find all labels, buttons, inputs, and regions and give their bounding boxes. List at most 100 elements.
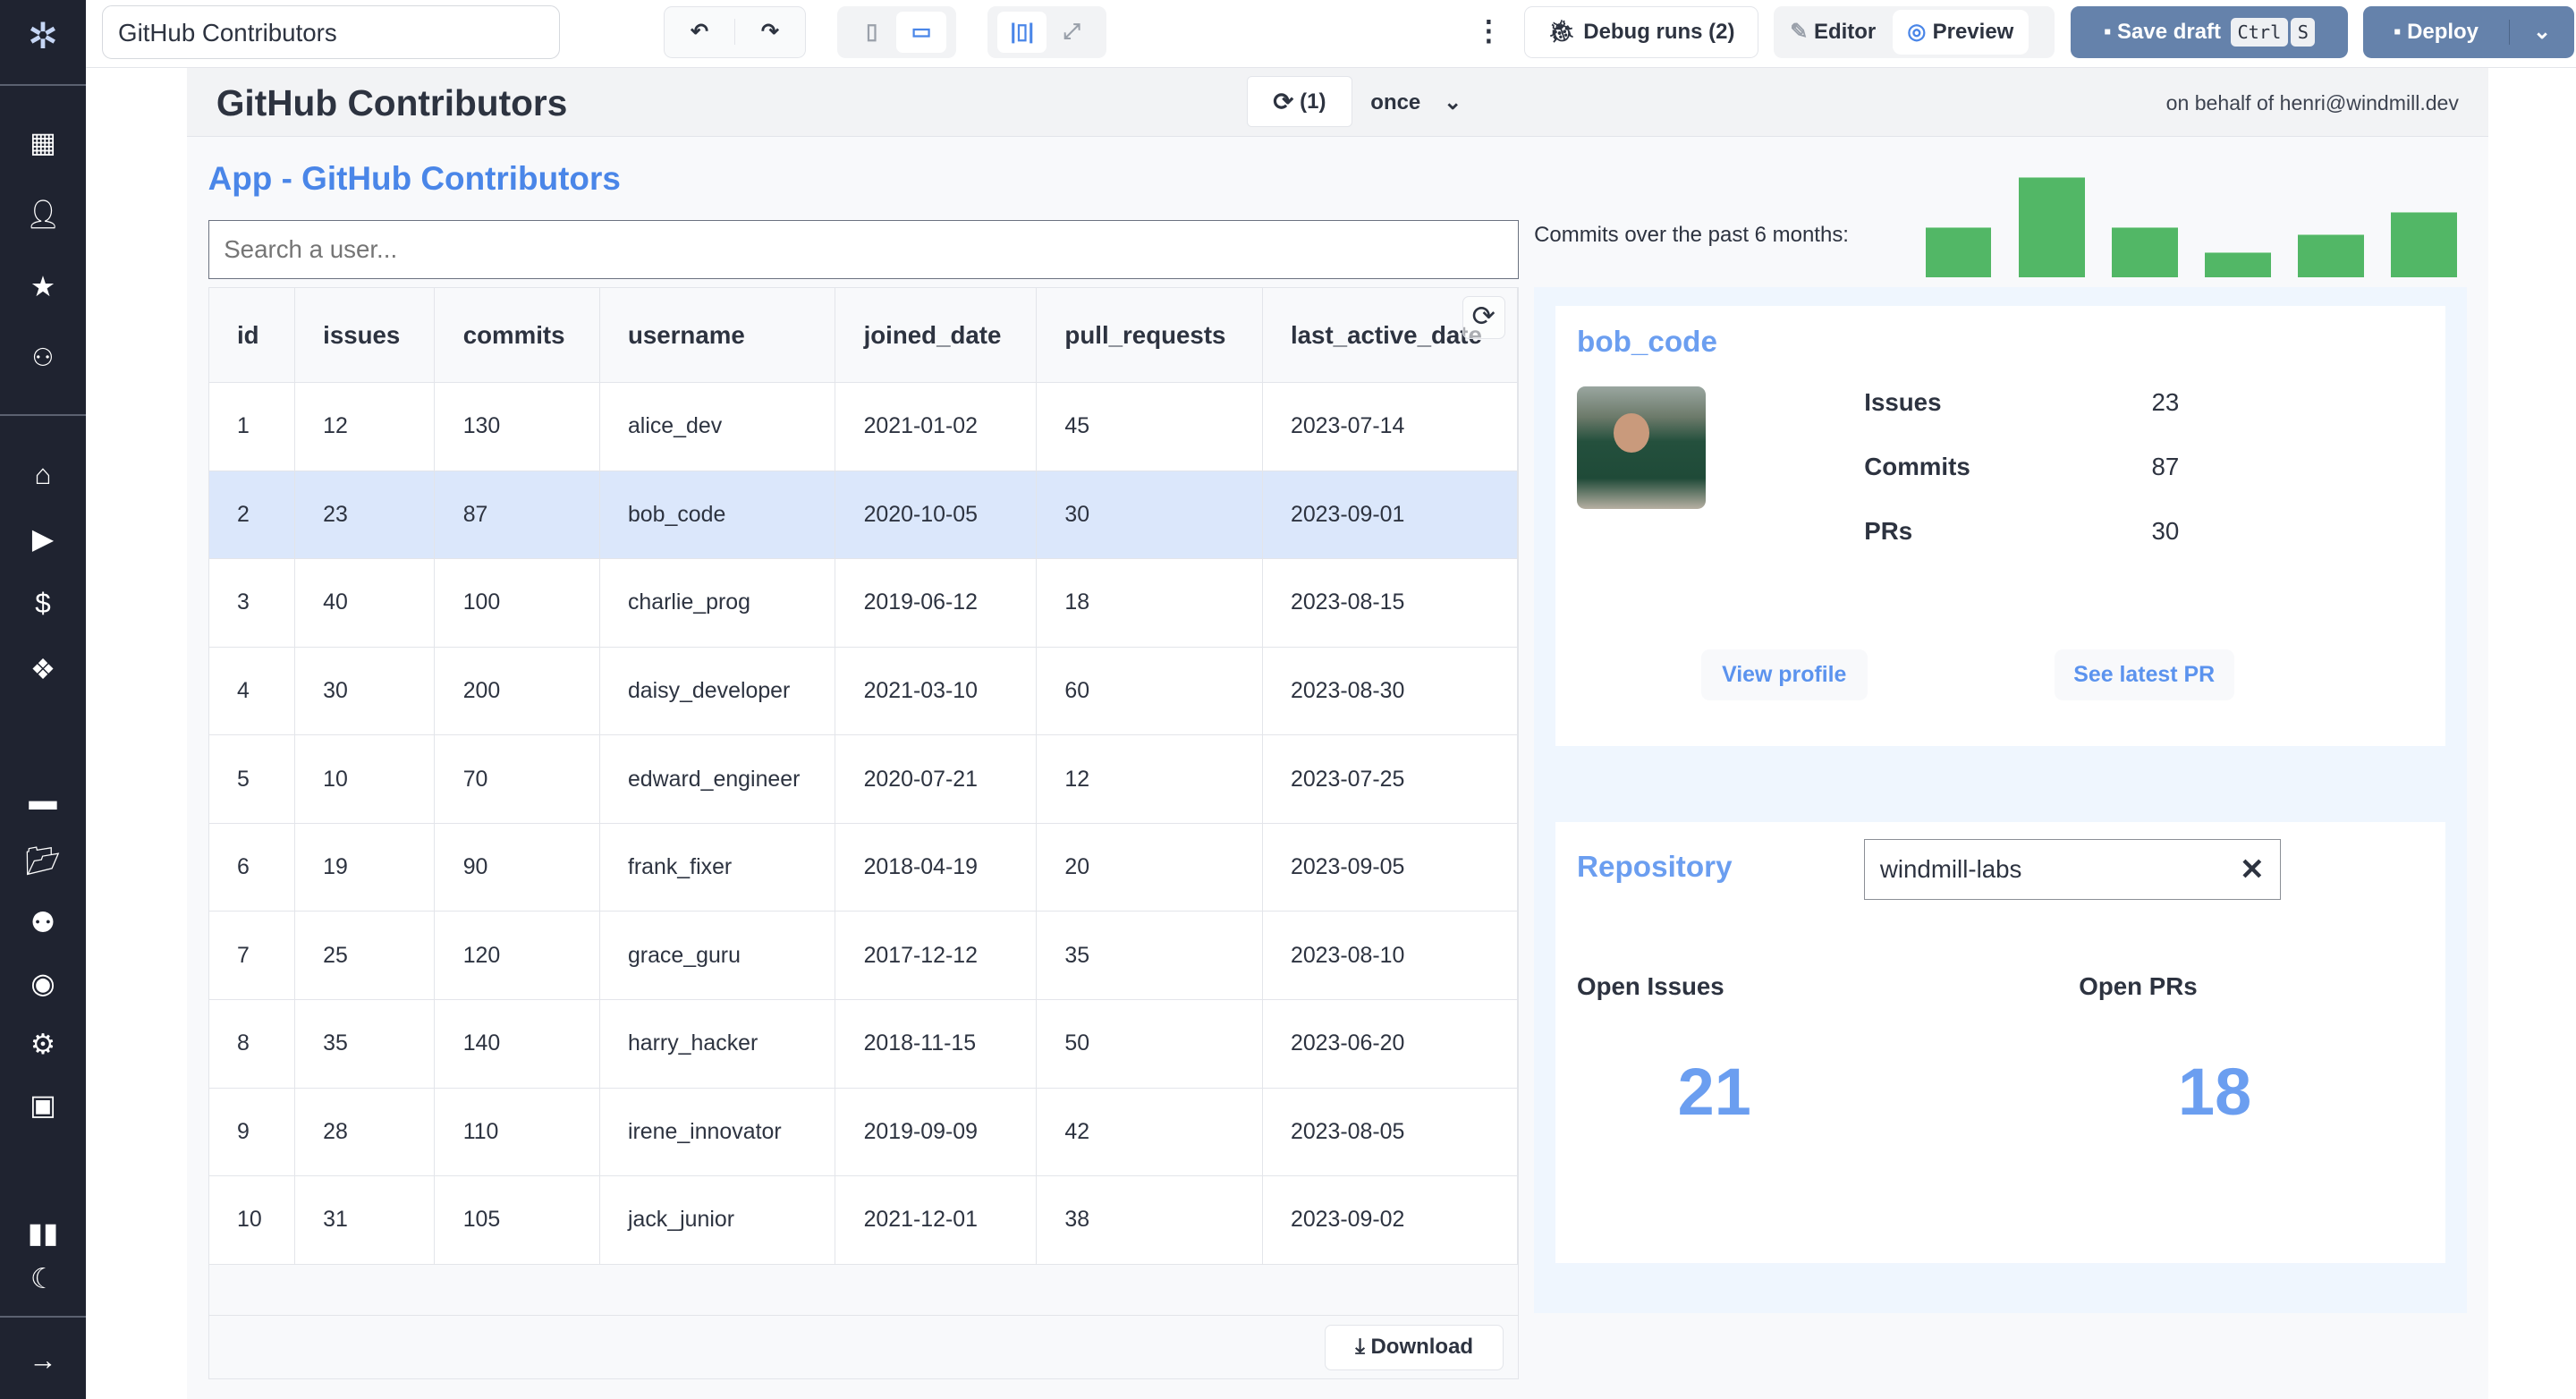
table-row[interactable]: 9 28 110 irene_innovator 2019-09-09 42 2023-08… xyxy=(208,1088,1519,1177)
deploy-button[interactable]: ▪ Deploy xyxy=(2363,19,2511,45)
table-row[interactable]: 8 35 140 harry_hacker 2018-11-15 50 2023-06-20 xyxy=(208,999,1519,1089)
table-row[interactable]: 7 25 120 grace_guru 2017-12-12 35 2023-08-10 xyxy=(208,911,1519,1000)
preview-tab[interactable]: ◎ Preview xyxy=(1892,10,2029,55)
play-icon[interactable]: ▶ xyxy=(0,523,86,556)
column-header-joined_date[interactable]: joined_date xyxy=(835,288,1038,383)
table-refresh-icon[interactable]: ⟳ xyxy=(1462,296,1505,340)
table-cell-last_active_date: 2023-08-30 xyxy=(1262,647,1519,736)
app-heading: App - GitHub Contributors xyxy=(208,160,621,198)
table-row[interactable]: 3 40 100 charlie_prog 2019-06-12 18 2023-08-15 xyxy=(208,558,1519,648)
bot-icon[interactable]: ▣ xyxy=(0,1090,86,1123)
repository-value: windmill-labs xyxy=(1879,854,2022,883)
chart-bar xyxy=(2204,251,2271,278)
calendar-icon[interactable]: ▬ xyxy=(0,784,86,818)
table-cell-pull_requests: 38 xyxy=(1036,1175,1263,1265)
table-cell-joined_date: 2017-12-12 xyxy=(835,911,1038,1000)
building-icon[interactable]: ▦ xyxy=(0,127,86,160)
users-icon[interactable]: ⚇ xyxy=(0,342,86,375)
on-behalf-text: on behalf of henri@windmill.dev xyxy=(2165,90,2459,114)
app-name-input[interactable]: GitHub Contributors xyxy=(102,4,560,60)
gear-icon[interactable]: ⚙ xyxy=(0,1029,86,1062)
desktop-icon[interactable]: ▭ xyxy=(896,11,946,54)
table-cell-commits: 90 xyxy=(434,823,600,912)
table-cell-id: 1 xyxy=(208,382,295,471)
deploy-group: ▪ Deploy ⌄ xyxy=(2362,6,2575,58)
column-header-issues[interactable]: issues xyxy=(294,288,436,383)
table-cell-username: daisy_developer xyxy=(599,647,836,736)
table-row[interactable]: 2 23 87 bob_code 2020-10-05 30 2023-09-01 xyxy=(208,471,1519,560)
debug-runs-button[interactable]: 🐞︎ Debug runs (2) xyxy=(1523,6,1759,58)
download-icon: ⤓ xyxy=(1355,1335,1365,1360)
table-cell-username: jack_junior xyxy=(599,1175,836,1265)
group-settings-icon[interactable]: ⚉ xyxy=(0,907,86,940)
table-cell-last_active_date: 2023-09-01 xyxy=(1262,471,1519,560)
table-row[interactable]: 4 30 200 daisy_developer 2021-03-10 60 2023-08… xyxy=(208,647,1519,736)
table-cell-id: 8 xyxy=(208,999,295,1089)
table-cell-pull_requests: 42 xyxy=(1036,1088,1263,1177)
see-latest-pr-button[interactable]: See latest PR xyxy=(2054,649,2234,700)
dollar-icon[interactable]: $ xyxy=(0,588,86,621)
table-cell-pull_requests: 12 xyxy=(1036,734,1263,824)
table-cell-joined_date: 2021-03-10 xyxy=(835,647,1038,736)
table-cell-issues: 23 xyxy=(294,471,436,560)
fullscreen-icon[interactable]: ⤢ xyxy=(1046,20,1096,45)
download-button[interactable]: ⤓ Download xyxy=(1325,1324,1504,1371)
editor-preview-toggle: ✎ Editor ◎ Preview xyxy=(1773,6,2055,58)
redo-icon[interactable]: ↷ xyxy=(735,19,805,45)
eye-icon[interactable]: ◉ xyxy=(0,968,86,1001)
refresh-mode-select[interactable]: once ⌄ xyxy=(1370,89,1462,115)
repository-card: Repository windmill-labs ✕ Open Issues 2… xyxy=(1555,822,2446,1264)
avatar xyxy=(1577,386,1707,509)
table-cell-id: 4 xyxy=(208,647,295,736)
folder-open-icon[interactable]: 📂︎ xyxy=(0,845,86,878)
table-cell-last_active_date: 2023-06-20 xyxy=(1262,999,1519,1089)
view-profile-button[interactable]: View profile xyxy=(1700,649,1868,700)
column-header-username[interactable]: username xyxy=(599,288,836,383)
moon-icon[interactable]: ☾ xyxy=(0,1263,86,1296)
editor-label: Editor xyxy=(1813,20,1877,45)
table-cell-commits: 105 xyxy=(434,1175,600,1265)
table-row[interactable]: 10 31 105 jack_junior 2021-12-01 38 2023-09-02 xyxy=(208,1175,1519,1265)
chevron-down-icon[interactable]: ⌄ xyxy=(2510,19,2574,45)
table-cell-issues: 30 xyxy=(294,647,436,736)
editor-tab[interactable]: ✎ Editor xyxy=(1774,19,1893,45)
arrow-right-icon[interactable]: → xyxy=(0,1344,86,1378)
table-cell-username: alice_dev xyxy=(599,382,836,471)
boxes-icon[interactable]: ❖ xyxy=(0,654,86,687)
table-cell-commits: 110 xyxy=(434,1088,600,1177)
profile-card: bob_code Issues 23 Commits 87 PRs 30 View pro… xyxy=(1555,305,2446,747)
refresh-count: (1) xyxy=(1300,89,1326,114)
table-cell-commits: 70 xyxy=(434,734,600,824)
search-input[interactable] xyxy=(208,219,1520,279)
repository-input[interactable]: windmill-labs ✕ xyxy=(1864,838,2281,901)
bug-icon: 🐞︎ xyxy=(1547,20,1576,45)
windmill-logo-icon[interactable]: ✲ xyxy=(0,18,86,55)
table-cell-last_active_date: 2023-08-15 xyxy=(1262,558,1519,648)
table-cell-commits: 120 xyxy=(434,911,600,1000)
save-draft-label: Save draft xyxy=(2117,19,2222,44)
table-cell-last_active_date: 2023-07-25 xyxy=(1262,734,1519,824)
star-icon[interactable]: ★ xyxy=(0,271,86,304)
clear-icon[interactable]: ✕ xyxy=(2240,852,2265,887)
table-row[interactable]: 5 10 70 edward_engineer 2020-07-21 12 2023-07-… xyxy=(208,734,1519,824)
home-icon[interactable]: ⌂ xyxy=(0,459,86,492)
column-header-commits[interactable]: commits xyxy=(434,288,600,383)
table-row[interactable]: 6 19 90 frank_fixer 2018-04-19 20 2023-09-05 xyxy=(208,823,1519,912)
undo-icon[interactable]: ↶ xyxy=(665,19,736,46)
more-menu-icon[interactable]: ⋮ xyxy=(1475,15,1503,47)
table-cell-last_active_date: 2023-09-02 xyxy=(1262,1175,1519,1265)
kbd-ctrl: Ctrl xyxy=(2231,18,2288,47)
fixed-width-icon[interactable]: |▯| xyxy=(997,11,1047,54)
column-header-pull_requests[interactable]: pull_requests xyxy=(1036,288,1263,383)
save-draft-button[interactable]: ▪ Save draft Ctrl S xyxy=(2071,6,2349,58)
chart-label: Commits over the past 6 months: xyxy=(1534,223,1849,248)
user-icon[interactable]: 👤︎ xyxy=(0,199,86,232)
repository-label: Repository xyxy=(1577,850,1733,884)
refresh-button[interactable]: ⟳ (1) xyxy=(1246,75,1352,128)
book-icon[interactable]: ▮▮ xyxy=(0,1217,86,1251)
mobile-icon[interactable]: ▯ xyxy=(847,19,896,45)
table-row[interactable]: 1 12 130 alice_dev 2021-01-02 45 2023-07-14 xyxy=(208,382,1519,471)
stat-label: Commits xyxy=(1864,452,1970,480)
table-cell-issues: 25 xyxy=(294,911,436,1000)
column-header-id[interactable]: id xyxy=(208,288,295,383)
